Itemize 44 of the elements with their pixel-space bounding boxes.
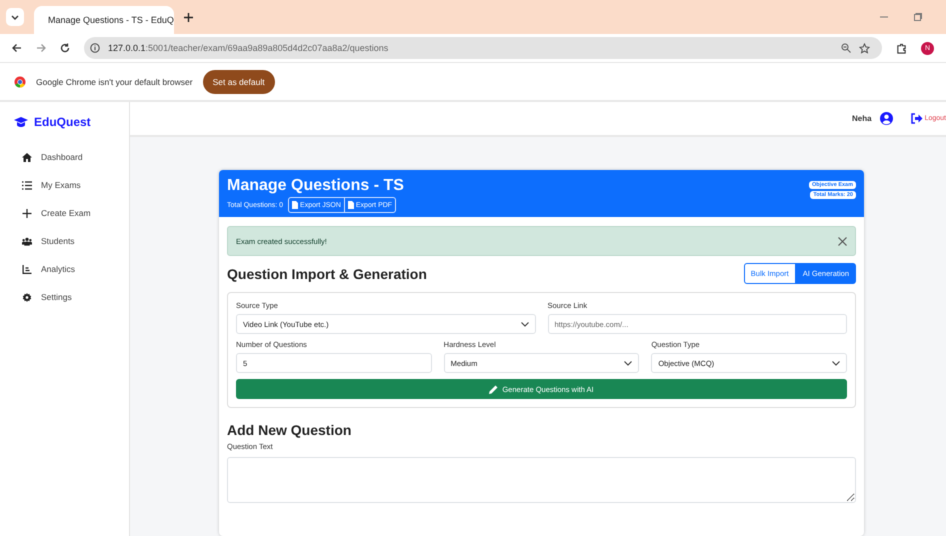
set-default-button[interactable]: Set as default — [202, 70, 275, 94]
plus-icon — [22, 208, 32, 218]
users-icon — [22, 236, 32, 246]
restore-icon[interactable] — [914, 13, 922, 21]
sidebar-item[interactable]: Analytics — [0, 255, 129, 283]
tab-search-button[interactable] — [6, 8, 24, 26]
sidebar-item[interactable]: Dashboard — [0, 143, 129, 171]
file-icon — [348, 201, 354, 209]
browser-tab[interactable]: Manage Questions - TS - EduQ — [34, 6, 174, 34]
extension-icon[interactable] — [896, 42, 907, 54]
gear-icon — [22, 292, 32, 302]
question-text-field[interactable] — [227, 457, 856, 503]
sidebar-item[interactable]: Settings — [0, 283, 129, 311]
chevron-icon — [520, 322, 528, 326]
brand-logo[interactable]: EduQuest — [0, 112, 129, 143]
section-heading: Question Import & Generation — [227, 266, 427, 282]
address-bar[interactable]: 127.0.0.1:5001/teacher/exam/69aa9a89a805d4d2c07aa8a2/questions — [84, 37, 882, 59]
chevron-icon — [624, 360, 632, 366]
chart-icon — [22, 264, 32, 274]
graduation-cap-icon — [14, 116, 28, 128]
page-title: Manage Questions - TS — [227, 177, 404, 195]
sidebar-item[interactable]: My Exams — [0, 171, 129, 199]
logout-icon — [910, 113, 923, 124]
close-icon[interactable] — [838, 236, 847, 246]
pencil-icon — [489, 384, 498, 394]
star-icon[interactable] — [859, 42, 870, 54]
forward-icon[interactable] — [36, 43, 46, 53]
infobar-message: Google Chrome isn't your default browser — [36, 76, 193, 86]
section-heading: Add New Question — [227, 422, 352, 438]
zoom-icon[interactable] — [841, 43, 851, 53]
info-icon — [90, 43, 100, 53]
sidebar-item[interactable]: Students — [0, 227, 129, 255]
sidebar-item[interactable]: Create Exam — [0, 199, 129, 227]
chevron-icon — [11, 13, 19, 21]
back-icon[interactable] — [12, 43, 22, 53]
user-icon[interactable] — [880, 112, 893, 125]
reload-icon[interactable] — [60, 43, 70, 53]
chrome-logo-icon — [14, 76, 26, 88]
user-name: Neha — [852, 114, 872, 123]
list-icon — [22, 180, 32, 190]
file-icon — [292, 201, 298, 209]
new-tab-icon[interactable] — [184, 12, 193, 22]
home-icon — [22, 152, 32, 162]
chevron-icon — [832, 360, 840, 366]
